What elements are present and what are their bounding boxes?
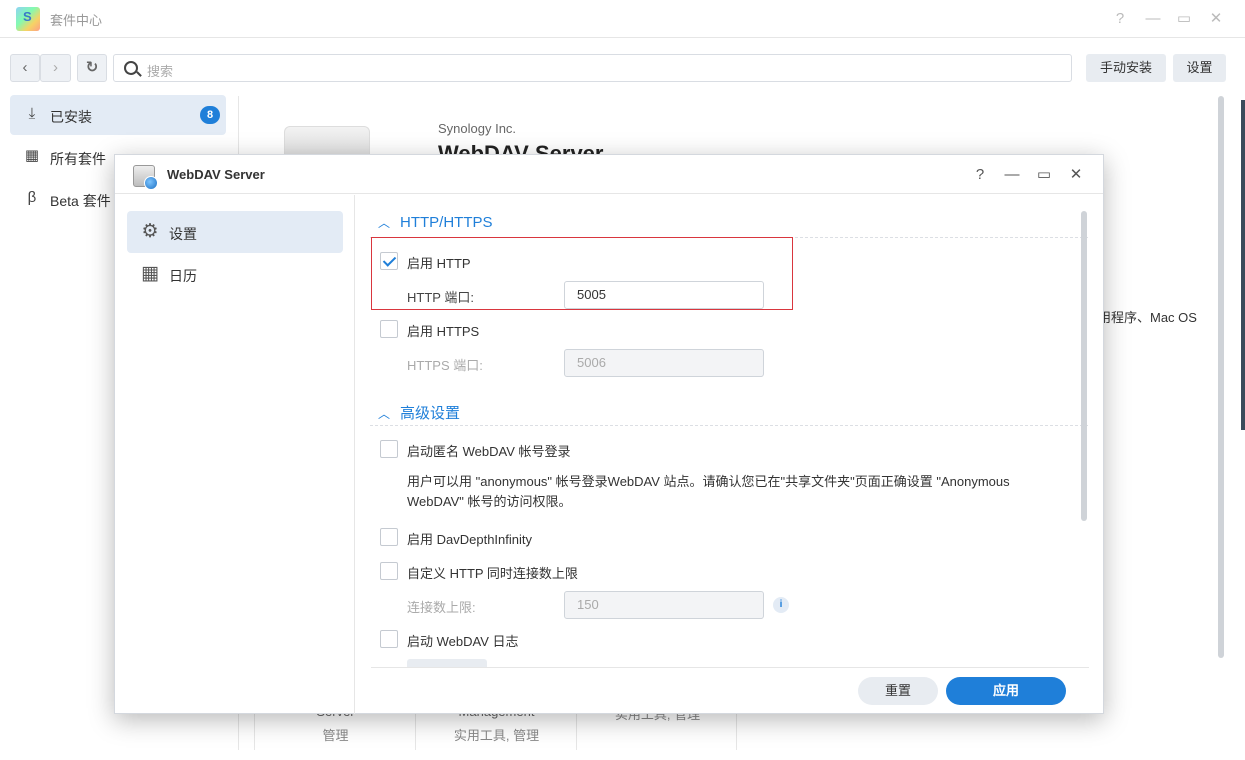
help-icon[interactable]: ? xyxy=(969,164,991,186)
close-icon[interactable]: ✕ xyxy=(1065,164,1087,186)
edge-strip xyxy=(1241,100,1245,430)
log-settings-button[interactable] xyxy=(407,659,487,667)
section-divider xyxy=(370,425,1088,426)
search-icon xyxy=(124,61,138,75)
depth-infinity-label: 启用 DavDepthInfinity xyxy=(407,532,532,547)
sidebar-item-label: 日历 xyxy=(169,268,197,284)
custom-connection-limit-label: 自定义 HTTP 同时连接数上限 xyxy=(407,566,578,581)
depth-infinity-checkbox[interactable] xyxy=(380,528,398,546)
card-category: 实用工具, 管理 xyxy=(453,728,540,743)
bg-titlebar: 套件中心 ? — ▭ ✕ xyxy=(0,0,1245,38)
refresh-button[interactable]: ↻ xyxy=(77,54,107,82)
card-category: 管理 xyxy=(322,728,349,743)
connection-limit-input[interactable]: 150 xyxy=(564,591,764,619)
webdav-log-label: 启动 WebDAV 日志 xyxy=(407,634,519,649)
sidebar-item-settings[interactable]: ⚙ 设置 xyxy=(127,211,343,253)
chevron-up-icon: ︿ xyxy=(378,216,391,230)
calendar-icon: ▦ xyxy=(141,263,159,284)
maximize-icon[interactable]: ▭ xyxy=(1173,8,1195,30)
manual-install-button[interactable]: 手动安装 xyxy=(1086,54,1166,82)
dialog-footer-divider xyxy=(371,667,1089,668)
beta-icon: β xyxy=(27,189,37,206)
https-port-input[interactable]: 5006 xyxy=(564,349,764,377)
sidebar-item-label: Beta 套件 xyxy=(50,193,111,209)
reset-button[interactable]: 重置 xyxy=(858,677,938,705)
info-icon[interactable]: i xyxy=(773,597,789,613)
search-input[interactable]: 搜索 xyxy=(113,54,1072,82)
dialog-sidebar: ⚙ 设置 ▦ 日历 xyxy=(115,195,355,714)
dialog-titlebar[interactable]: WebDAV Server ? — ▭ ✕ xyxy=(115,155,1103,194)
installed-count-badge: 8 xyxy=(200,106,220,124)
sidebar-item-installed[interactable]: ⤓ 已安装 8 xyxy=(10,95,226,135)
enable-https-checkbox[interactable] xyxy=(380,320,398,338)
minimize-icon[interactable]: — xyxy=(1142,8,1164,30)
connection-limit-label: 连接数上限: xyxy=(407,600,476,615)
anonymous-login-description: 用户可以用 "anonymous" 帐号登录WebDAV 站点。请确认您已在"共… xyxy=(407,474,1010,509)
sidebar-item-calendar[interactable]: ▦ 日历 xyxy=(127,253,343,295)
grid-icon: ▦ xyxy=(24,147,40,164)
section-advanced-header[interactable]: ︿ 高级设置 xyxy=(378,402,460,423)
webdav-log-checkbox[interactable] xyxy=(380,630,398,648)
download-icon: ⤓ xyxy=(28,105,36,122)
sidebar-item-label: 已安装 xyxy=(50,109,92,125)
anonymous-login-checkbox[interactable] xyxy=(380,440,398,458)
maximize-icon[interactable]: ▭ xyxy=(1033,164,1055,186)
settings-button[interactable]: 设置 xyxy=(1173,54,1226,82)
back-button[interactable]: ‹ xyxy=(10,54,40,82)
https-port-label: HTTPS 端口: xyxy=(407,358,483,373)
package-description: 用程序、Mac OS xyxy=(1098,310,1197,325)
forward-button[interactable]: › xyxy=(40,54,71,82)
apply-button[interactable]: 应用 xyxy=(946,677,1066,705)
dialog-scrollbar[interactable] xyxy=(1081,211,1087,521)
sidebar-item-label: 所有套件 xyxy=(50,151,106,167)
close-icon[interactable]: ✕ xyxy=(1205,8,1227,30)
chevron-up-icon: ︿ xyxy=(378,407,391,421)
minimize-icon[interactable]: — xyxy=(1001,164,1023,186)
webdav-settings-dialog: WebDAV Server ? — ▭ ✕ ⚙ 设置 ▦ 日历 ︿ HTTP/HT… xyxy=(114,154,1104,714)
webdav-app-icon xyxy=(133,165,158,190)
dialog-title: WebDAV Server xyxy=(167,167,265,182)
help-icon[interactable]: ? xyxy=(1109,8,1131,30)
package-center-icon xyxy=(16,7,40,31)
anonymous-login-label: 启动匿名 WebDAV 帐号登录 xyxy=(407,444,571,459)
section-title: 高级设置 xyxy=(400,405,461,422)
bg-scrollbar[interactable] xyxy=(1218,96,1224,658)
enable-https-label: 启用 HTTPS xyxy=(407,324,480,339)
package-vendor: Synology Inc. xyxy=(438,121,517,136)
highlight-annotation xyxy=(371,237,793,310)
section-http-https-header[interactable]: ︿ HTTP/HTTPS xyxy=(378,214,493,231)
gear-icon: ⚙ xyxy=(141,221,159,242)
custom-connection-limit-checkbox[interactable] xyxy=(380,562,398,580)
section-title: HTTP/HTTPS xyxy=(400,214,493,231)
search-placeholder: 搜索 xyxy=(147,64,174,79)
sidebar-item-label: 设置 xyxy=(169,226,197,242)
bg-window-title: 套件中心 xyxy=(50,13,103,28)
